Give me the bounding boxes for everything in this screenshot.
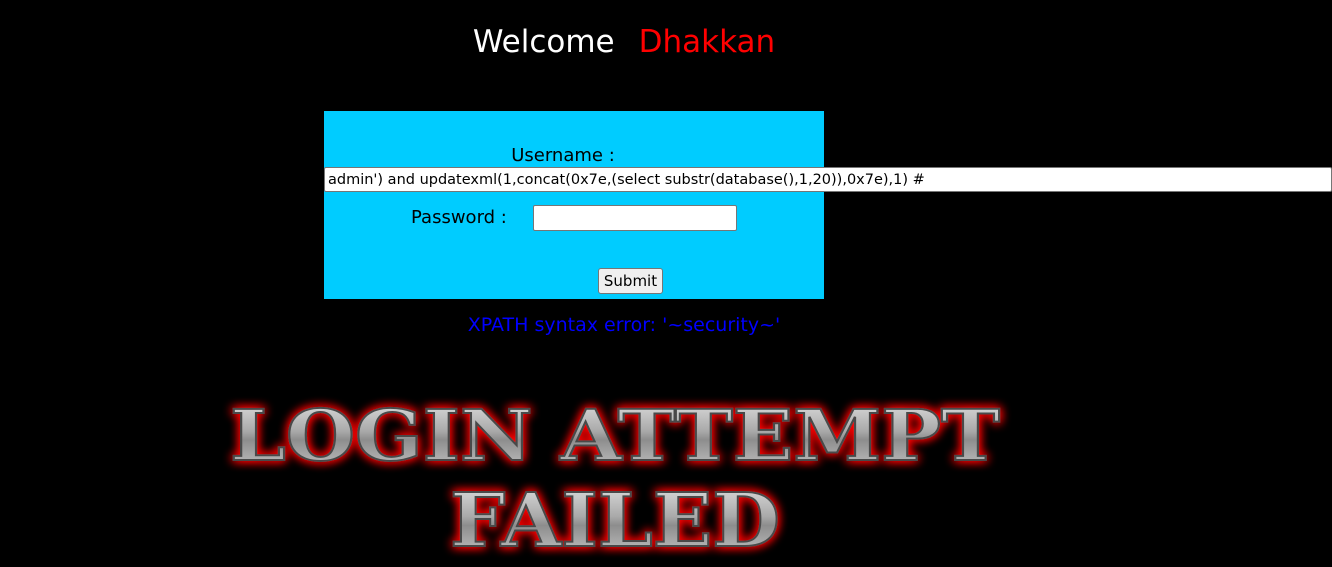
- login-failed-banner: LOGIN ATTEMPT FAILED: [210, 388, 1040, 567]
- error-message: XPATH syntax error: '~security~': [467, 314, 781, 336]
- welcome-text: Welcome: [472, 24, 615, 60]
- username-label: Username :: [511, 145, 615, 166]
- welcome-heading: Welcome Dhakkan: [0, 22, 1248, 62]
- banner-line-2: FAILED: [450, 478, 780, 564]
- page: Welcome Dhakkan Username : Password : Sub…: [0, 0, 1332, 567]
- password-input[interactable]: [533, 205, 737, 231]
- banner-line-1: LOGIN ATTEMPT: [230, 394, 1000, 477]
- welcome-username: Dhakkan: [638, 24, 776, 60]
- submit-button[interactable]: Submit: [598, 268, 663, 294]
- password-label: Password :: [411, 207, 507, 228]
- username-input[interactable]: [324, 167, 1332, 192]
